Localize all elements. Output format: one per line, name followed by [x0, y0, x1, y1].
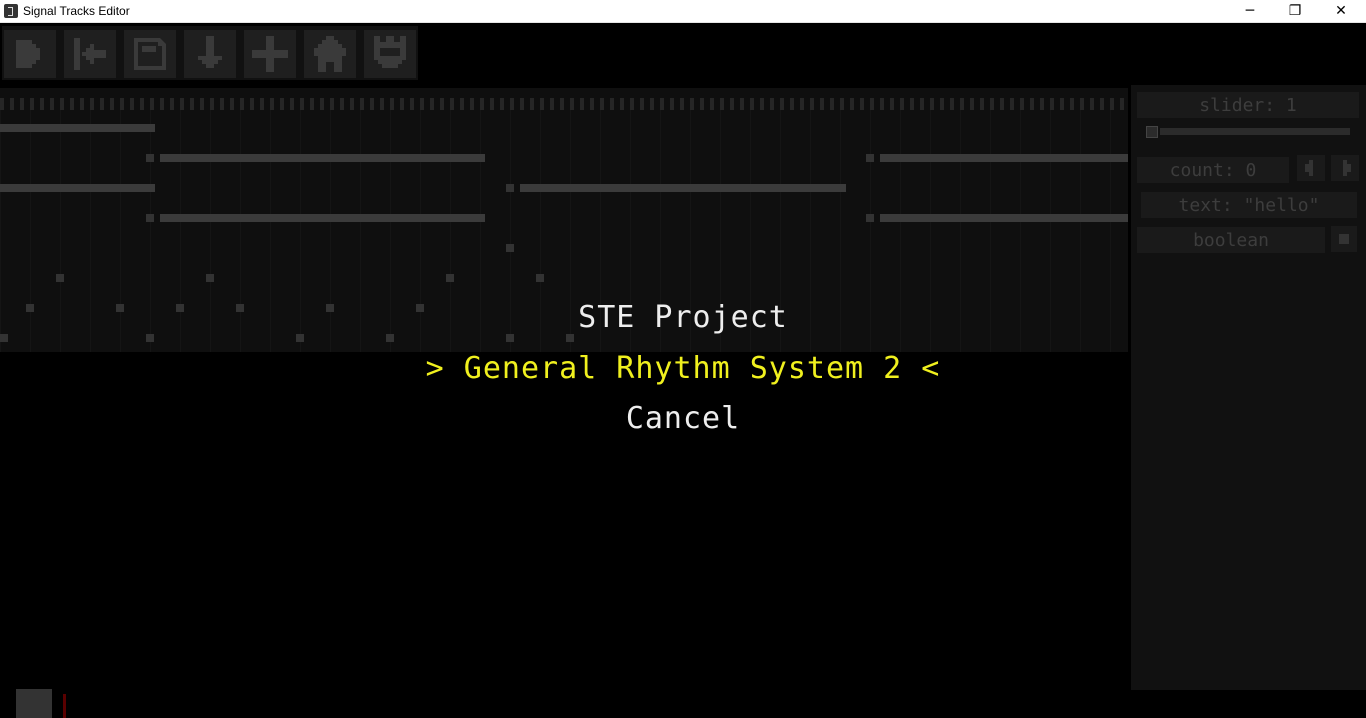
right-arrow-icon [1343, 160, 1351, 176]
skip-to-start-button[interactable] [64, 30, 116, 78]
app-icon [4, 4, 18, 18]
add-icon [252, 36, 288, 72]
menu-item-general-rhythm-system-2[interactable]: > General Rhythm System 2 < [0, 351, 1366, 386]
boolean-label: boolean [1137, 227, 1325, 253]
signal-bar[interactable] [160, 214, 485, 222]
dialog-title: STE Project [578, 300, 788, 335]
save-button[interactable] [124, 30, 176, 78]
signal-node[interactable] [206, 274, 214, 282]
add-button[interactable] [244, 30, 296, 78]
menu-item-cancel[interactable]: Cancel [0, 401, 1366, 436]
play-button[interactable] [4, 30, 56, 78]
signal-node[interactable] [866, 154, 874, 162]
restore-button[interactable]: ❐ [1272, 0, 1318, 22]
signal-bar[interactable] [880, 154, 1128, 162]
crown-button[interactable] [364, 30, 416, 78]
window-title-bar: Signal Tracks Editor ─ ❐ ✕ [0, 0, 1366, 23]
home-icon [314, 36, 346, 72]
signal-node[interactable] [506, 184, 514, 192]
signal-bar[interactable] [0, 124, 155, 132]
signal-node[interactable] [566, 334, 574, 342]
crown-icon [374, 36, 406, 68]
play-icon [16, 40, 40, 68]
signal-node[interactable] [56, 274, 64, 282]
slider-handle[interactable] [1146, 126, 1158, 138]
text-field[interactable]: text: "hello" [1141, 192, 1357, 218]
save-icon [134, 38, 166, 70]
download-button[interactable] [184, 30, 236, 78]
boolean-checkbox[interactable] [1331, 226, 1357, 252]
window-title: Signal Tracks Editor [23, 4, 130, 18]
close-button[interactable]: ✕ [1318, 0, 1364, 22]
slider-track[interactable] [1160, 128, 1350, 135]
signal-bar[interactable] [0, 184, 155, 192]
home-button[interactable] [304, 30, 356, 78]
timeline-ruler[interactable] [0, 98, 1128, 110]
slider-label: slider: 1 [1137, 92, 1359, 118]
signal-bar[interactable] [520, 184, 846, 192]
skip-to-start-icon [74, 38, 106, 70]
signal-node[interactable] [386, 334, 394, 342]
signal-bar[interactable] [160, 154, 485, 162]
signal-node[interactable] [866, 214, 874, 222]
minimize-button[interactable]: ─ [1227, 0, 1273, 22]
signal-bar[interactable] [880, 214, 1128, 222]
playhead-marker [63, 694, 66, 718]
count-decrement-button[interactable] [1297, 155, 1325, 181]
signal-node[interactable] [146, 154, 154, 162]
signal-node[interactable] [536, 274, 544, 282]
count-label: count: 0 [1137, 157, 1289, 183]
left-arrow-icon [1305, 160, 1313, 176]
signal-node[interactable] [506, 334, 514, 342]
signal-node[interactable] [146, 214, 154, 222]
download-icon [198, 36, 222, 68]
signal-node[interactable] [446, 274, 454, 282]
signal-node[interactable] [146, 334, 154, 342]
signal-node[interactable] [0, 334, 8, 342]
status-indicator [16, 689, 52, 718]
signal-node[interactable] [296, 334, 304, 342]
count-increment-button[interactable] [1331, 155, 1359, 181]
signal-node[interactable] [506, 244, 514, 252]
